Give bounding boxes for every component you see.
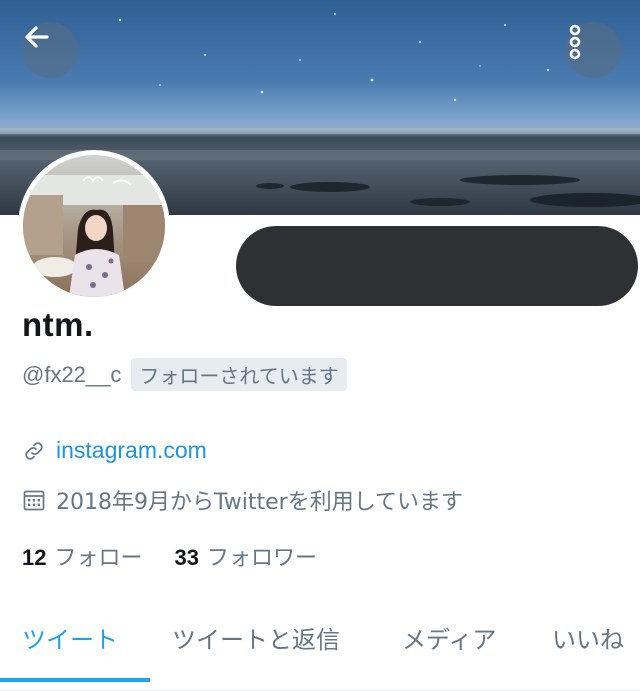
display-name: ntm.	[22, 306, 94, 343]
following-count: 12	[22, 545, 47, 570]
username-handle: @fx22__c	[22, 361, 122, 387]
followers-count-link[interactable]: 33 フォロワー	[175, 540, 318, 572]
tab-tweets[interactable]: ツイート	[22, 620, 118, 655]
vertical-dots-icon	[569, 24, 581, 60]
active-tab-indicator	[0, 678, 150, 682]
following-count-link[interactable]: 12 フォロー	[22, 540, 143, 572]
arrow-left-icon	[25, 26, 49, 48]
tab-media[interactable]: メディア	[402, 620, 496, 655]
followers-label: フォロワー	[206, 546, 317, 571]
joined-date-text: 2018年9月からTwitterを利用しています	[56, 490, 464, 515]
more-options-button[interactable]	[565, 22, 621, 78]
following-label: フォロー	[54, 546, 143, 571]
website-link[interactable]: instagram.com	[56, 437, 207, 464]
calendar-icon	[23, 490, 45, 511]
follows-you-badge: フォローされています	[131, 358, 347, 391]
website-row: instagram.com	[22, 437, 207, 464]
handle-row: @fx22__c フォローされています	[22, 358, 347, 391]
tab-tweets-and-replies[interactable]: ツイートと返信	[172, 620, 340, 655]
tab-likes[interactable]: いいね	[552, 620, 624, 655]
followers-count: 33	[174, 545, 199, 570]
joined-date-row: 2018年9月からTwitterを利用しています	[22, 484, 463, 516]
follow-counts-row: 12 フォロー 33 フォロワー	[22, 540, 317, 572]
avatar-photo	[23, 155, 165, 297]
profile-tabs: ツイート ツイートと返信 メディア いいね	[0, 600, 640, 691]
avatar-person-image	[23, 175, 165, 297]
redacted-edit-profile-area	[236, 226, 638, 306]
link-icon	[25, 441, 43, 460]
avatar[interactable]	[18, 150, 170, 302]
back-button[interactable]	[22, 22, 78, 78]
